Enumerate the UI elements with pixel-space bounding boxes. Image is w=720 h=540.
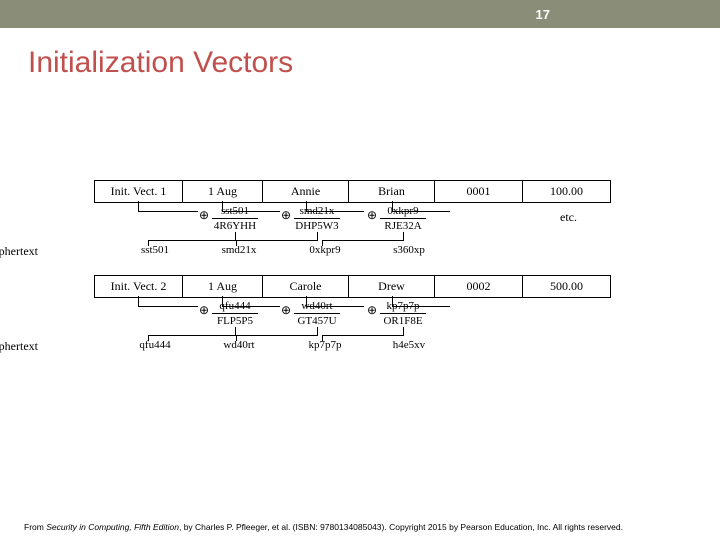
frac-bar: [380, 218, 426, 219]
frac-top: 0xkpr9: [380, 205, 426, 217]
frac-bot: 4R6YHH: [212, 220, 258, 232]
cell: Drew: [349, 276, 435, 298]
ciphertext-cell: kp7p7p: [300, 339, 350, 351]
frac-bot: RJE32A: [380, 220, 426, 232]
xor-icon: ⊕: [281, 304, 291, 317]
xor-frac: ⊕ kp7p7p OR1F8E: [380, 300, 426, 327]
xor-frac: ⊕ wd40rt GT457U: [294, 300, 340, 327]
ciphertext-cell: h4e5xv: [384, 339, 434, 351]
cell: Init. Vect. 1: [95, 181, 183, 203]
frac-top: sst501: [212, 205, 258, 217]
ciphertext-cell: qfu444: [130, 339, 180, 351]
connector: [322, 240, 404, 241]
xor-frac: ⊕ qfu444 FLP5P5: [212, 300, 258, 327]
xor-icon: ⊕: [199, 209, 209, 222]
ciphertext-cell: wd40rt: [214, 339, 264, 351]
frac-bar: [212, 313, 258, 314]
diagram: Init. Vect. 1 1 Aug Annie Brian 0001 100…: [30, 180, 690, 370]
frac-bot: FLP5P5: [212, 315, 258, 327]
ciphertext-cell: smd21x: [214, 244, 264, 256]
plaintext-row-2: Init. Vect. 2 1 Aug Carole Drew 0002 500…: [94, 275, 611, 298]
cell: 500.00: [523, 276, 611, 298]
page-title: Initialization Vectors: [0, 28, 720, 80]
connector: [236, 335, 318, 336]
connector: [403, 327, 404, 335]
connector: [236, 240, 318, 241]
connector: [317, 232, 318, 240]
connector: [138, 211, 198, 212]
etc-label: etc.: [560, 210, 577, 225]
cell: 1 Aug: [183, 276, 263, 298]
footer-citation: From Security in Computing, Fifth Editio…: [24, 522, 696, 532]
connector: [138, 296, 139, 306]
frac-bar: [294, 218, 340, 219]
xor-icon: ⊕: [281, 209, 291, 222]
connector: [317, 327, 318, 335]
ciphertext-cell: sst501: [130, 244, 180, 256]
frac-top: smd21x: [294, 205, 340, 217]
slide-number: 17: [536, 7, 550, 22]
xor-icon: ⊕: [367, 209, 377, 222]
cell: 1 Aug: [183, 181, 263, 203]
xor-icon: ⊕: [199, 304, 209, 317]
frac-bot: GT457U: [294, 315, 340, 327]
connector: [403, 232, 404, 240]
cell: Brian: [349, 181, 435, 203]
connector: [235, 327, 236, 335]
cell: Init. Vect. 2: [95, 276, 183, 298]
connector: [148, 335, 236, 336]
frac-top: qfu444: [212, 300, 258, 312]
cell: Annie: [263, 181, 349, 203]
frac-top: wd40rt: [294, 300, 340, 312]
xor-frac: ⊕ 0xkpr9 RJE32A: [380, 205, 426, 232]
connector: [138, 201, 139, 211]
footer-book: Security in Computing, Fifth Edition: [46, 522, 179, 532]
frac-bot: OR1F8E: [380, 315, 426, 327]
ciphertext-label: ciphertext: [0, 244, 38, 259]
cell: 100.00: [523, 181, 611, 203]
connector: [322, 335, 404, 336]
frac-bot: DHP5W3: [294, 220, 340, 232]
frac-bar: [212, 218, 258, 219]
xor-frac: ⊕ sst501 4R6YHH: [212, 205, 258, 232]
frac-bar: [380, 313, 426, 314]
xor-icon: ⊕: [367, 304, 377, 317]
connector: [138, 306, 198, 307]
frac-top: kp7p7p: [380, 300, 426, 312]
plaintext-row-1: Init. Vect. 1 1 Aug Annie Brian 0001 100…: [94, 180, 611, 203]
footer-pre: From: [24, 522, 46, 532]
ciphertext-cell: s360xp: [384, 244, 434, 256]
header-bar: 17: [0, 0, 720, 28]
ciphertext-cell: 0xkpr9: [300, 244, 350, 256]
connector: [235, 232, 236, 240]
block-2: Init. Vect. 2 1 Aug Carole Drew 0002 500…: [30, 275, 690, 298]
cell: 0001: [435, 181, 523, 203]
cell: Carole: [263, 276, 349, 298]
cell: 0002: [435, 276, 523, 298]
connector: [148, 240, 236, 241]
xor-frac: ⊕ smd21x DHP5W3: [294, 205, 340, 232]
block-1: Init. Vect. 1 1 Aug Annie Brian 0001 100…: [30, 180, 690, 203]
frac-bar: [294, 313, 340, 314]
ciphertext-label: ciphertext: [0, 339, 38, 354]
footer-post: , by Charles P. Pfleeger, et al. (ISBN: …: [179, 522, 623, 532]
